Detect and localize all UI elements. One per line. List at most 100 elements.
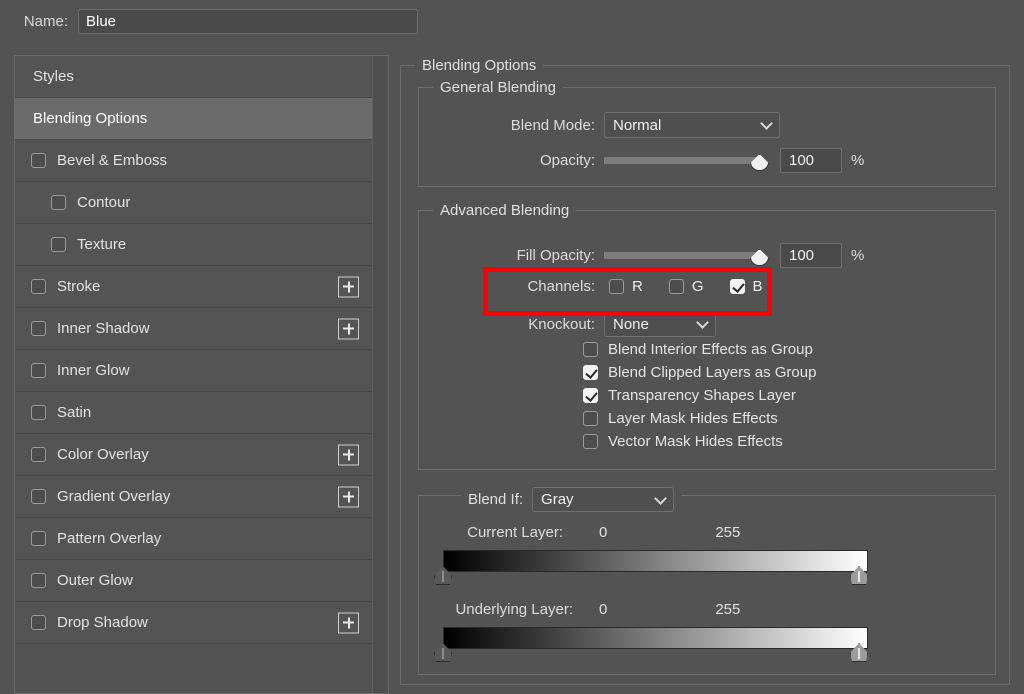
channel-g-checkbox[interactable]	[669, 279, 684, 294]
advanced-option-blend-interior-effects-as-group[interactable]: Blend Interior Effects as Group	[583, 341, 816, 358]
style-item-label: Pattern Overlay	[57, 530, 161, 547]
opacity-slider-handle[interactable]	[750, 154, 769, 171]
underlying-layer-label: Underlying Layer:	[443, 601, 573, 618]
style-item-label: Bevel & Emboss	[57, 152, 167, 169]
opacity-value-input[interactable]: 100	[780, 148, 842, 173]
advanced-blending-group-title: Advanced Blending	[433, 202, 576, 219]
current-layer-gradient[interactable]	[443, 550, 868, 572]
add-effect-plus-icon[interactable]	[338, 444, 359, 465]
current-layer-white-handle[interactable]	[850, 566, 868, 585]
layer-name-row: Name:	[0, 0, 1024, 42]
knockout-select[interactable]: None	[604, 311, 716, 337]
fill-opacity-percent-label: %	[851, 247, 864, 264]
current-layer-label: Current Layer:	[443, 524, 563, 541]
style-item-color-overlay[interactable]: Color Overlay	[15, 434, 373, 476]
style-item-inner-glow[interactable]: Inner Glow	[15, 350, 373, 392]
style-item-pattern-overlay[interactable]: Pattern Overlay	[15, 518, 373, 560]
fill-opacity-slider-handle[interactable]	[750, 249, 769, 266]
style-item-label: Outer Glow	[57, 572, 133, 589]
style-item-stroke[interactable]: Stroke	[15, 266, 373, 308]
style-item-checkbox[interactable]	[31, 531, 46, 546]
current-layer-max: 255	[715, 524, 740, 541]
advanced-option-checkbox[interactable]	[583, 411, 598, 426]
style-item-blending-options[interactable]: Blending Options	[15, 98, 373, 140]
styles-panel: Styles Blending Options Bevel & Emboss Cont…	[14, 55, 389, 694]
style-item-outer-glow[interactable]: Outer Glow	[15, 560, 373, 602]
advanced-option-checkbox[interactable]	[583, 365, 598, 380]
style-item-contour[interactable]: Contour	[15, 182, 373, 224]
style-item-checkbox[interactable]	[31, 153, 46, 168]
blending-options-panel: Blending Options General Blending Blend …	[400, 55, 1010, 694]
chevron-down-icon	[654, 492, 667, 505]
style-item-satin[interactable]: Satin	[15, 392, 373, 434]
channels-row: Channels: RGB	[419, 278, 995, 295]
style-item-label: Color Overlay	[57, 446, 149, 463]
advanced-option-blend-clipped-layers-as-group[interactable]: Blend Clipped Layers as Group	[583, 364, 816, 381]
add-effect-plus-icon[interactable]	[338, 486, 359, 507]
style-item-gradient-overlay[interactable]: Gradient Overlay	[15, 476, 373, 518]
opacity-slider[interactable]	[604, 157, 759, 164]
style-item-drop-shadow[interactable]: Drop Shadow	[15, 602, 373, 644]
style-item-label: Blending Options	[33, 110, 147, 127]
style-item-checkbox[interactable]	[51, 237, 66, 252]
advanced-option-checkbox[interactable]	[583, 434, 598, 449]
style-item-checkbox[interactable]	[31, 447, 46, 462]
style-item-checkbox[interactable]	[31, 573, 46, 588]
underlying-layer-white-handle[interactable]	[850, 643, 868, 662]
style-item-checkbox[interactable]	[31, 489, 46, 504]
channels-checkbox-group: RGB	[609, 278, 789, 295]
style-item-label: Inner Shadow	[57, 320, 150, 337]
current-layer-black-handle[interactable]	[434, 566, 452, 585]
blend-if-group: Blend If: Gray Current Layer: 0 255	[418, 495, 996, 675]
add-effect-plus-icon[interactable]	[338, 276, 359, 297]
advanced-option-layer-mask-hides-effects[interactable]: Layer Mask Hides Effects	[583, 410, 816, 427]
style-item-checkbox[interactable]	[31, 405, 46, 420]
underlying-layer-black-handle[interactable]	[434, 643, 452, 662]
advanced-option-checkbox[interactable]	[583, 342, 598, 357]
style-item-texture[interactable]: Texture	[15, 224, 373, 266]
style-item-checkbox[interactable]	[31, 615, 46, 630]
opacity-row: Opacity: 100 %	[419, 148, 995, 173]
advanced-option-vector-mask-hides-effects[interactable]: Vector Mask Hides Effects	[583, 433, 816, 450]
channel-g[interactable]: G	[669, 278, 704, 295]
fill-opacity-value-input[interactable]: 100	[780, 243, 842, 268]
channel-r-checkbox[interactable]	[609, 279, 624, 294]
advanced-option-transparency-shapes-layer[interactable]: Transparency Shapes Layer	[583, 387, 816, 404]
styles-scrollbar[interactable]	[372, 56, 387, 693]
knockout-value: None	[613, 316, 649, 333]
underlying-layer-max: 255	[715, 601, 740, 618]
knockout-row: Knockout: None	[419, 311, 995, 337]
style-item-inner-shadow[interactable]: Inner Shadow	[15, 308, 373, 350]
channel-r[interactable]: R	[609, 278, 643, 295]
style-item-label: Inner Glow	[57, 362, 130, 379]
style-item-label: Styles	[33, 68, 74, 85]
current-layer-section: Current Layer: 0 255	[443, 524, 973, 572]
channel-b[interactable]: B	[730, 278, 763, 295]
underlying-layer-section: Underlying Layer: 0 255	[443, 601, 973, 649]
blend-if-select[interactable]: Gray	[532, 487, 674, 512]
style-item-checkbox[interactable]	[31, 363, 46, 378]
chevron-down-icon	[696, 316, 709, 329]
fill-opacity-slider[interactable]	[604, 252, 759, 259]
style-item-checkbox[interactable]	[31, 279, 46, 294]
blend-if-label: Blend If:	[468, 491, 523, 508]
add-effect-plus-icon[interactable]	[338, 318, 359, 339]
add-effect-plus-icon[interactable]	[338, 612, 359, 633]
advanced-option-label: Vector Mask Hides Effects	[608, 433, 783, 450]
blend-mode-select[interactable]: Normal	[604, 112, 780, 138]
general-blending-group-title: General Blending	[433, 79, 563, 96]
layer-name-input[interactable]	[78, 9, 418, 34]
style-item-styles[interactable]: Styles	[15, 56, 373, 98]
advanced-blending-group: Advanced Blending Fill Opacity: 100 % Ch…	[418, 210, 996, 470]
current-layer-min: 0	[599, 524, 607, 541]
chevron-down-icon	[760, 117, 773, 130]
blend-if-value: Gray	[541, 491, 574, 508]
advanced-option-label: Blend Clipped Layers as Group	[608, 364, 816, 381]
style-item-checkbox[interactable]	[31, 321, 46, 336]
advanced-option-checkbox[interactable]	[583, 388, 598, 403]
style-item-checkbox[interactable]	[51, 195, 66, 210]
style-item-bevel-emboss[interactable]: Bevel & Emboss	[15, 140, 373, 182]
underlying-layer-gradient[interactable]	[443, 627, 868, 649]
channel-b-checkbox[interactable]	[730, 279, 745, 294]
underlying-layer-min: 0	[599, 601, 607, 618]
